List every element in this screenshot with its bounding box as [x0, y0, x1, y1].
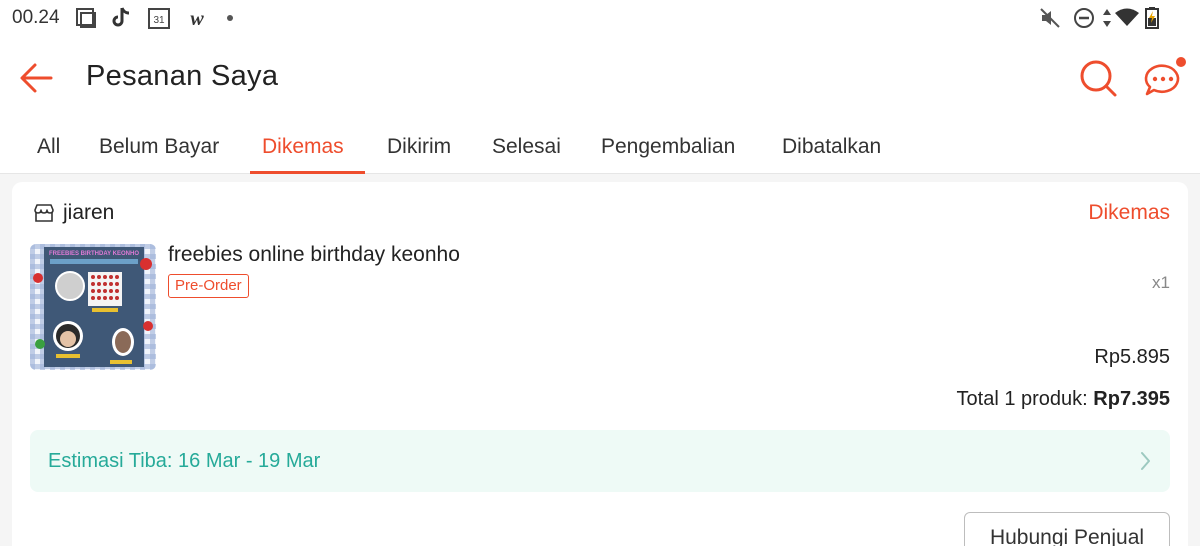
shop-name[interactable]: jiaren	[63, 201, 114, 225]
delivery-estimate[interactable]: Estimasi Tiba: 16 Mar - 19 Mar	[30, 430, 1170, 492]
svg-text:w: w	[190, 8, 204, 30]
order-status-tabs: All Belum Bayar Dikemas Dikirim Selesai …	[0, 122, 1200, 174]
tab-dikirim[interactable]: Dikirim	[387, 135, 451, 174]
order-card[interactable]: jiaren Dikemas FREEBIES BIRTHDAY KEONHO	[12, 182, 1188, 546]
svg-text:31: 31	[153, 15, 165, 26]
shop-icon	[34, 204, 54, 222]
back-arrow-icon[interactable]	[18, 58, 58, 98]
tab-dikemas[interactable]: Dikemas	[262, 135, 344, 174]
chat-unread-dot	[1176, 57, 1186, 67]
tab-pengembalian[interactable]: Pengembalian	[601, 135, 735, 174]
product-price: Rp5.895	[1094, 346, 1170, 368]
product-quantity: x1	[1152, 273, 1170, 292]
notification-dot-icon	[227, 15, 233, 21]
tab-all[interactable]: All	[37, 135, 60, 174]
search-icon[interactable]	[1078, 58, 1118, 98]
contact-seller-button[interactable]: Hubungi Penjual	[964, 512, 1170, 546]
mute-icon	[1040, 8, 1060, 28]
data-arrows-icon	[1103, 9, 1111, 27]
chevron-right-icon	[1141, 452, 1150, 470]
total-label: Total 1 produk:	[956, 388, 1088, 410]
order-status: Dikemas	[1088, 201, 1170, 224]
do-not-disturb-icon	[1074, 8, 1094, 28]
order-total: Total 1 produk: Rp7.395	[957, 388, 1170, 411]
active-tab-indicator	[250, 171, 365, 174]
total-value: Rp7.395	[1093, 388, 1170, 410]
chat-icon[interactable]	[1142, 56, 1188, 100]
calendar-icon: 31	[148, 8, 170, 29]
wifi-icon	[1115, 8, 1139, 26]
status-time: 00.24	[12, 7, 60, 28]
product-thumbnail[interactable]: FREEBIES BIRTHDAY KEONHO	[30, 244, 156, 370]
screenshot-icon	[76, 8, 96, 28]
wattpad-icon: w	[190, 8, 204, 30]
page-title: Pesanan Saya	[86, 60, 279, 92]
delivery-estimate-text: Estimasi Tiba: 16 Mar - 19 Mar	[48, 450, 321, 472]
product-name[interactable]: freebies online birthday keonho	[168, 243, 460, 267]
tab-dibatalkan[interactable]: Dibatalkan	[782, 135, 881, 174]
status-bar: 00.24 31 w	[0, 0, 1200, 36]
app-bar: Pesanan Saya	[0, 36, 1200, 122]
battery-charging-icon	[1145, 7, 1159, 29]
tab-belum-bayar[interactable]: Belum Bayar	[99, 135, 219, 174]
tab-selesai[interactable]: Selesai	[492, 135, 561, 174]
svg-text:FREEBIES BIRTHDAY KEONHO: FREEBIES BIRTHDAY KEONHO	[49, 251, 139, 257]
tiktok-icon	[112, 7, 130, 27]
preorder-badge: Pre-Order	[168, 274, 249, 298]
